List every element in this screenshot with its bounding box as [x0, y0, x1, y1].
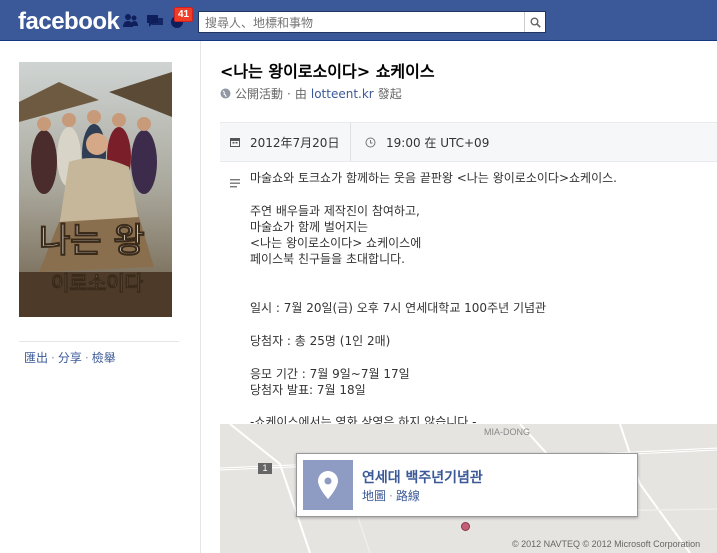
venue-callout: 연세대 백주년기념관 地圖 · 路線 [296, 453, 638, 517]
globe-icon [220, 88, 231, 99]
event-time: 19:00 在 UTC+09 [365, 123, 489, 161]
event-poster-image[interactable]: 나는 왕 이로소이다 [19, 62, 172, 317]
map-pin-icon [318, 471, 338, 499]
route-link[interactable]: 路線 [396, 489, 420, 503]
event-visibility: 公開活動 [235, 87, 284, 101]
top-navigation-bar: facebook 41 [0, 0, 717, 41]
divider [350, 123, 351, 161]
facebook-logo[interactable]: facebook [18, 8, 120, 36]
venue-thumbnail[interactable] [303, 460, 353, 510]
calendar-icon [230, 138, 240, 147]
event-description: 마술쇼와 토크쇼가 함께하는 웃음 끝판왕 <나는 왕이로소이다>쇼케이스. 주… [250, 171, 617, 430]
clock-icon [365, 137, 376, 147]
report-link[interactable]: 檢舉 [92, 351, 116, 365]
map-link[interactable]: 地圖 [362, 489, 386, 503]
share-link[interactable]: 分享 [58, 351, 82, 365]
event-actions: 匯出 · 分享 · 檢舉 [24, 351, 116, 365]
event-date: 2012年7月20日 [230, 123, 339, 161]
search-box [198, 11, 546, 33]
event-title: <나는 왕이로소이다> 쇼케이스 [220, 62, 435, 81]
event-date-time-bar: 2012年7月20日 19:00 在 UTC+09 [220, 122, 717, 162]
description-icon [230, 173, 240, 192]
venue-map-marker[interactable] [461, 522, 470, 531]
host-suffix: 發起 [377, 87, 402, 101]
venue-links: 地圖 · 路線 [362, 489, 420, 503]
left-column: 나는 왕 이로소이다 匯出 · 分享 · 檢舉 [0, 41, 201, 553]
venue-name-link[interactable]: 연세대 백주년기념관 [362, 467, 483, 487]
notification-count-badge: 41 [174, 7, 194, 22]
event-meta: 公開活動 · 由 lotteent.kr 發起 [220, 85, 402, 102]
poster-title-line2: 이로소이다 [51, 271, 144, 295]
search-input[interactable] [199, 13, 531, 33]
search-button[interactable] [524, 12, 545, 32]
friend-requests-icon[interactable] [122, 13, 140, 29]
messages-icon[interactable] [146, 13, 164, 29]
export-link[interactable]: 匯出 [24, 351, 48, 365]
map-area-label: MIA-DONG [484, 427, 530, 437]
host-link[interactable]: lotteent.kr [311, 87, 374, 101]
poster-title-line1: 나는 왕 [39, 221, 145, 261]
map-copyright: © 2012 NAVTEQ © 2012 Microsoft Corporati… [512, 539, 701, 549]
divider [19, 341, 179, 342]
road-number-shield: 1 [258, 463, 272, 474]
search-icon [530, 17, 541, 28]
by-prefix: 由 [294, 87, 307, 101]
